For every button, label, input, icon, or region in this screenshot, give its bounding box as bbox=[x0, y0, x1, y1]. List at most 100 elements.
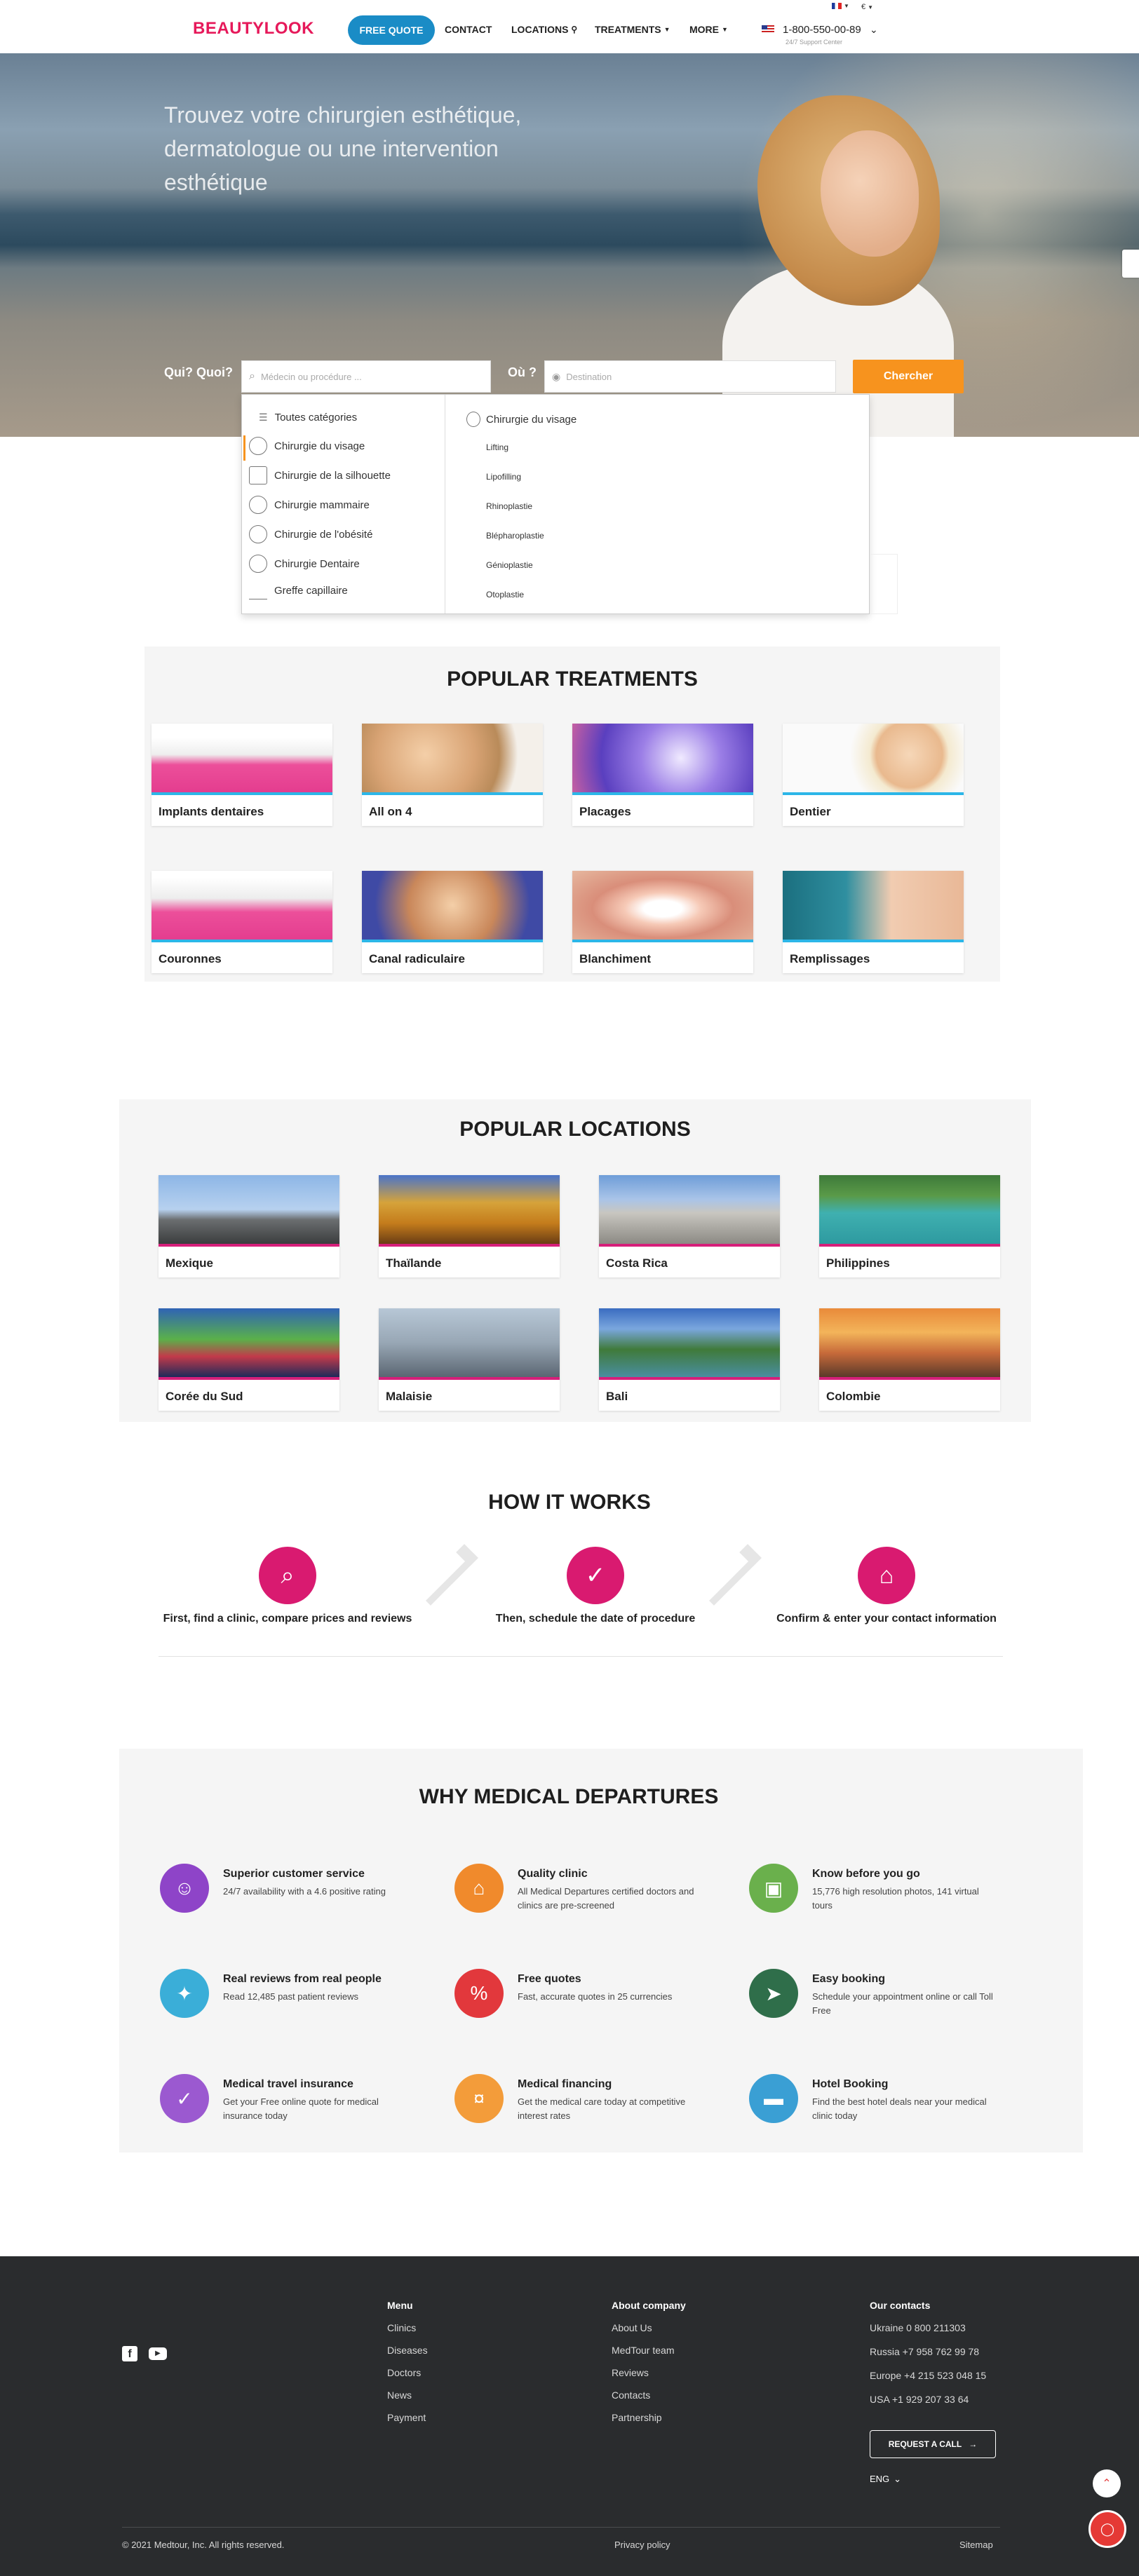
free-quote-button[interactable]: FREE QUOTE bbox=[348, 15, 435, 45]
why-item-desc: Get your Free online quote for medical i… bbox=[223, 2096, 379, 2121]
card-accent-bar bbox=[819, 1244, 1000, 1247]
location-label: Thaïlande bbox=[386, 1256, 442, 1270]
sub-item-blepharoplastie[interactable]: Blépharoplastie bbox=[486, 531, 544, 541]
chat-icon[interactable]: ◯ bbox=[1089, 2510, 1126, 2548]
sub-item-genioplastie[interactable]: Génioplastie bbox=[486, 560, 533, 570]
location-card[interactable]: Thaïlande bbox=[379, 1175, 560, 1277]
treatment-card[interactable]: Canal radiculaire bbox=[362, 871, 543, 973]
location-card[interactable]: Bali bbox=[599, 1308, 780, 1411]
footer-link[interactable]: Doctors bbox=[387, 2367, 421, 2378]
request-call-button[interactable]: REQUEST A CALL → bbox=[870, 2430, 996, 2458]
dropdown-body[interactable]: Chirurgie de la silhouette bbox=[249, 466, 391, 484]
footer-link[interactable]: MedTour team bbox=[612, 2345, 674, 2356]
search-icon: ⌕ bbox=[249, 370, 255, 382]
nav-locations[interactable]: LOCATIONS ⚲ bbox=[511, 24, 577, 35]
treatment-card[interactable]: Remplissages bbox=[783, 871, 964, 973]
sub-item-lipofilling[interactable]: Lipofilling bbox=[486, 472, 521, 482]
list-icon: ☰ bbox=[259, 412, 268, 423]
language-selector[interactable]: ▼ bbox=[832, 3, 849, 9]
currency-selector[interactable]: € ▼ bbox=[861, 3, 873, 11]
search-button[interactable]: Chercher bbox=[853, 360, 964, 393]
footer-lang-selector[interactable]: ENG ⌄ bbox=[870, 2474, 901, 2485]
caret-down-icon: ▼ bbox=[844, 3, 849, 9]
treatment-card[interactable]: All on 4 bbox=[362, 724, 543, 826]
treatment-image bbox=[783, 871, 964, 940]
why-icon: ☺ bbox=[160, 1864, 209, 1913]
location-card[interactable]: Corée du Sud bbox=[159, 1308, 339, 1411]
site-logo[interactable]: BEAUTYLOOK bbox=[193, 19, 314, 39]
nav-treatments[interactable]: TREATMENTS ▼ bbox=[595, 24, 670, 35]
sub-item-lifting[interactable]: Lifting bbox=[486, 442, 508, 452]
treatment-card[interactable]: Implants dentaires bbox=[151, 724, 332, 826]
facebook-icon[interactable]: f bbox=[122, 2346, 137, 2361]
treatment-card[interactable]: Dentier bbox=[783, 724, 964, 826]
shield-check-icon: ✓ bbox=[567, 1547, 624, 1604]
nav-more[interactable]: MORE ▼ bbox=[689, 24, 728, 35]
location-image bbox=[599, 1175, 780, 1244]
lang-label: ENG bbox=[870, 2474, 890, 2484]
sub-item-rhinoplastie[interactable]: Rhinoplastie bbox=[486, 501, 532, 511]
card-accent-bar bbox=[151, 940, 332, 942]
active-indicator bbox=[243, 435, 245, 461]
why-item-title: Quality clinic bbox=[518, 1868, 588, 1880]
treatment-image bbox=[362, 724, 543, 792]
card-accent-bar bbox=[151, 792, 332, 795]
dropdown-categories: ☰ Toutes catégories Chirurgie du visage C… bbox=[242, 395, 445, 614]
footer-contact[interactable]: Ukraine 0 800 211303 bbox=[870, 2322, 966, 2333]
footer-link[interactable]: News bbox=[387, 2389, 412, 2401]
location-card[interactable]: Costa Rica bbox=[599, 1175, 780, 1277]
sitemap-link[interactable]: Sitemap bbox=[959, 2540, 993, 2550]
location-card[interactable]: Colombie bbox=[819, 1308, 1000, 1411]
sub-item-otoplastie[interactable]: Otoplastie bbox=[486, 590, 524, 599]
dropdown-dental[interactable]: Chirurgie Dentaire bbox=[249, 555, 360, 573]
dropdown-breast[interactable]: Chirurgie mammaire bbox=[249, 496, 370, 514]
location-card[interactable]: Malaisie bbox=[379, 1308, 560, 1411]
nav-contact[interactable]: CONTACT bbox=[445, 24, 492, 35]
who-input[interactable]: ⌕ Médecin ou procédure ... bbox=[241, 360, 491, 393]
card-accent-bar bbox=[783, 792, 964, 795]
footer-link[interactable]: About Us bbox=[612, 2322, 652, 2333]
caret-down-icon: ▼ bbox=[868, 4, 874, 11]
category-label: Chirurgie mammaire bbox=[274, 499, 370, 511]
footer-link[interactable]: Contacts bbox=[612, 2389, 650, 2401]
dropdown-all-categories[interactable]: ☰ Toutes catégories bbox=[259, 412, 357, 423]
location-card[interactable]: Philippines bbox=[819, 1175, 1000, 1277]
dropdown-hair[interactable]: Greffe capillaire bbox=[249, 581, 348, 599]
scroll-top-icon[interactable]: ⌃ bbox=[1093, 2469, 1121, 2497]
why-icon: ▬ bbox=[749, 2074, 798, 2123]
why-item-desc: Fast, accurate quotes in 25 currencies bbox=[518, 1991, 673, 2002]
footer-contact[interactable]: Europe +4 215 523 048 15 bbox=[870, 2370, 986, 2381]
chevron-down-icon[interactable]: ⌄ bbox=[870, 24, 878, 36]
youtube-icon[interactable]: ▶ bbox=[149, 2347, 167, 2360]
privacy-link[interactable]: Privacy policy bbox=[614, 2540, 670, 2550]
treatment-card[interactable]: Couronnes bbox=[151, 871, 332, 973]
hero-title: Trouvez votre chirurgien esthétique, der… bbox=[164, 102, 522, 195]
treatment-card[interactable]: Blanchiment bbox=[572, 871, 753, 973]
location-card[interactable]: Mexique bbox=[159, 1175, 339, 1277]
why-item-title: Superior customer service bbox=[223, 1868, 365, 1880]
treatment-card[interactable]: Placages bbox=[572, 724, 753, 826]
footer-contact[interactable]: Russia +7 958 762 99 78 bbox=[870, 2346, 979, 2357]
phone-number[interactable]: 1-800-550-00-89 bbox=[783, 24, 861, 36]
tooth-icon bbox=[249, 555, 267, 573]
treatment-image bbox=[783, 724, 964, 792]
footer-link[interactable]: Reviews bbox=[612, 2367, 649, 2378]
footer-link[interactable]: Clinics bbox=[387, 2322, 416, 2333]
location-image bbox=[379, 1175, 560, 1244]
why-icon: % bbox=[454, 1969, 504, 2018]
dropdown-obesity[interactable]: Chirurgie de l'obésité bbox=[249, 525, 372, 543]
location-label: Colombie bbox=[826, 1390, 881, 1403]
dropdown-face[interactable]: Chirurgie du visage bbox=[249, 437, 365, 455]
treatment-label: Couronnes bbox=[159, 952, 222, 965]
footer-link[interactable]: Partnership bbox=[612, 2412, 662, 2423]
where-label: Où ? bbox=[508, 365, 537, 379]
why-item-title: Free quotes bbox=[518, 1973, 581, 1985]
side-tab[interactable] bbox=[1122, 250, 1139, 278]
step-arrow-icon bbox=[700, 1544, 762, 1606]
footer-link[interactable]: Payment bbox=[387, 2412, 426, 2423]
footer-contact[interactable]: USA +1 929 207 33 64 bbox=[870, 2394, 969, 2405]
footer-link[interactable]: Diseases bbox=[387, 2345, 428, 2356]
footer-about-title: About company bbox=[612, 2300, 686, 2311]
where-input[interactable]: ◉ Destination bbox=[544, 360, 836, 393]
why-item-title: Easy booking bbox=[812, 1973, 886, 1985]
